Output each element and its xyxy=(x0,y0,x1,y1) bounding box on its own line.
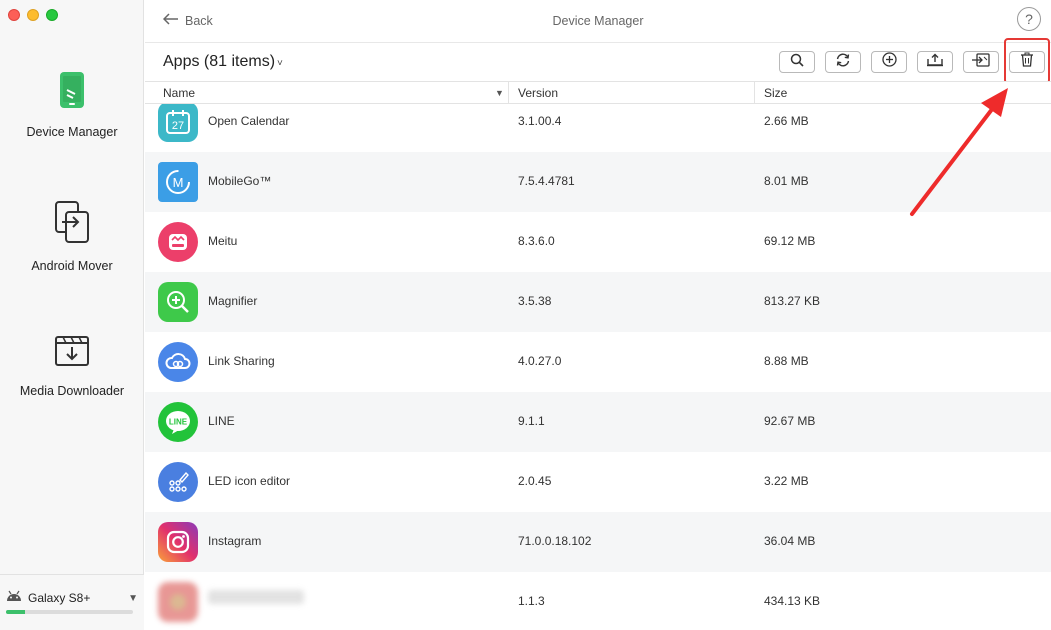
blurred-app-icon xyxy=(158,582,198,622)
table-row[interactable]: Instagram 71.0.0.18.102 36.04 MB xyxy=(145,512,1051,572)
column-header-size[interactable]: Size xyxy=(764,86,787,100)
app-size: 92.67 MB xyxy=(764,414,816,428)
table-row[interactable]: 27 Open Calendar 3.1.00.4 2.66 MB xyxy=(145,104,1051,152)
table-row[interactable]: LINE LINE 9.1.1 92.67 MB xyxy=(145,392,1051,452)
apps-category-dropdown[interactable]: Apps (81 items) ˅ xyxy=(163,53,283,71)
app-size: 3.22 MB xyxy=(764,474,809,488)
table-header: Name ▼ Version Size xyxy=(145,81,1051,104)
svg-text:M: M xyxy=(173,175,184,190)
app-name: Link Sharing xyxy=(208,354,275,368)
chevron-down-icon: ˅ xyxy=(277,58,283,69)
storage-bar-fill xyxy=(6,610,26,614)
app-size: 8.88 MB xyxy=(764,354,809,368)
calendar-icon: 27 xyxy=(158,104,198,142)
app-name: LED icon editor xyxy=(208,474,291,488)
column-header-version[interactable]: Version xyxy=(518,86,558,100)
meitu-icon xyxy=(158,222,198,262)
sidebar-item-label: Device Manager xyxy=(26,125,118,139)
refresh-icon xyxy=(835,53,851,72)
blurred-app-name xyxy=(208,590,304,604)
sidebar-item-device-manager[interactable]: Device Manager xyxy=(0,70,144,141)
column-header-name[interactable]: Name xyxy=(163,86,195,100)
top-bar: Back Device Manager ? xyxy=(145,0,1051,43)
app-name: LINE xyxy=(208,414,235,428)
app-version: 2.0.45 xyxy=(518,474,552,488)
sidebar-item-label: Media Downloader xyxy=(19,384,125,398)
sidebar-item-label: Android Mover xyxy=(31,259,113,273)
device-row: Galaxy S8+ ▼ xyxy=(6,589,138,607)
magnifier-icon xyxy=(158,282,198,322)
export-to-computer-button[interactable] xyxy=(917,51,953,73)
app-size: 69.12 MB xyxy=(764,234,816,248)
app-window: Device Manager Android Mover Media Downl… xyxy=(0,0,1051,630)
maximize-window-button[interactable] xyxy=(46,9,58,21)
app-version: 71.0.0.18.102 xyxy=(518,534,592,548)
app-name: Magnifier xyxy=(208,294,258,308)
sidebar-item-media-downloader[interactable]: Media Downloader xyxy=(0,333,144,400)
app-name: Instagram xyxy=(208,534,262,548)
table-row[interactable]: LED icon editor 2.0.45 3.22 MB xyxy=(145,452,1051,512)
window-controls xyxy=(8,9,58,21)
android-icon xyxy=(6,589,22,607)
column-divider xyxy=(754,82,755,104)
phone-icon xyxy=(0,70,144,115)
device-selector[interactable]: Galaxy S8+ ▼ xyxy=(0,574,144,630)
table-row[interactable]: Link Sharing 4.0.27.0 8.88 MB xyxy=(145,332,1051,392)
refresh-button[interactable] xyxy=(825,51,861,73)
app-size: 434.13 KB xyxy=(764,594,821,608)
storage-bar xyxy=(6,610,133,614)
line-icon: LINE xyxy=(158,402,198,442)
app-version: 7.5.4.4781 xyxy=(518,174,575,188)
import-to-device-button[interactable] xyxy=(963,51,999,73)
led-editor-icon xyxy=(158,462,198,502)
table-row[interactable]: Meitu 8.3.6.0 69.12 MB xyxy=(145,212,1051,272)
mobilego-icon: M xyxy=(158,162,198,202)
sort-chevron-icon[interactable]: ▼ xyxy=(495,88,504,98)
app-name: Open Calendar xyxy=(208,114,290,128)
app-version: 8.3.6.0 xyxy=(518,234,555,248)
table-row[interactable]: 1.1.3 434.13 KB xyxy=(145,572,1051,630)
table-row[interactable]: M MobileGo™ 7.5.4.4781 8.01 MB xyxy=(145,152,1051,212)
sidebar-item-android-mover[interactable]: Android Mover xyxy=(0,200,144,275)
cloud-link-icon xyxy=(158,342,198,382)
search-button[interactable] xyxy=(779,51,815,73)
toolbar: Apps (81 items) ˅ xyxy=(145,43,1051,81)
app-size: 813.27 KB xyxy=(764,294,821,308)
export-icon xyxy=(926,53,944,72)
search-icon xyxy=(790,53,804,72)
svg-text:LINE: LINE xyxy=(169,418,188,427)
sidebar: Device Manager Android Mover Media Downl… xyxy=(0,0,144,630)
svg-text:27: 27 xyxy=(172,120,184,132)
app-version: 4.0.27.0 xyxy=(518,354,562,368)
minimize-window-button[interactable] xyxy=(27,9,39,21)
download-icon xyxy=(0,333,144,374)
app-name: Meitu xyxy=(208,234,238,248)
import-icon xyxy=(971,52,991,73)
close-window-button[interactable] xyxy=(8,9,20,21)
device-name: Galaxy S8+ xyxy=(28,591,91,605)
app-version: 9.1.1 xyxy=(518,414,545,428)
transfer-icon xyxy=(0,200,144,249)
table-row[interactable]: Magnifier 3.5.38 813.27 KB xyxy=(145,272,1051,332)
app-list[interactable]: 27 Open Calendar 3.1.00.4 2.66 MB M Mobi… xyxy=(145,104,1051,630)
app-version: 1.1.3 xyxy=(518,594,545,608)
app-size: 8.01 MB xyxy=(764,174,809,188)
column-divider xyxy=(508,82,509,104)
page-title: Device Manager xyxy=(552,14,644,28)
chevron-down-icon[interactable]: ▼ xyxy=(128,593,138,604)
app-version: 3.5.38 xyxy=(518,294,552,308)
help-button[interactable]: ? xyxy=(1017,7,1041,31)
apps-title: Apps (81 items) xyxy=(163,53,276,70)
delete-button-highlight xyxy=(1004,38,1050,84)
app-size: 36.04 MB xyxy=(764,534,816,548)
add-button[interactable] xyxy=(871,51,907,73)
instagram-icon xyxy=(158,522,198,562)
app-size: 2.66 MB xyxy=(764,114,809,128)
app-name: MobileGo™ xyxy=(208,174,272,188)
app-version: 3.1.00.4 xyxy=(518,114,562,128)
add-icon xyxy=(881,52,897,72)
